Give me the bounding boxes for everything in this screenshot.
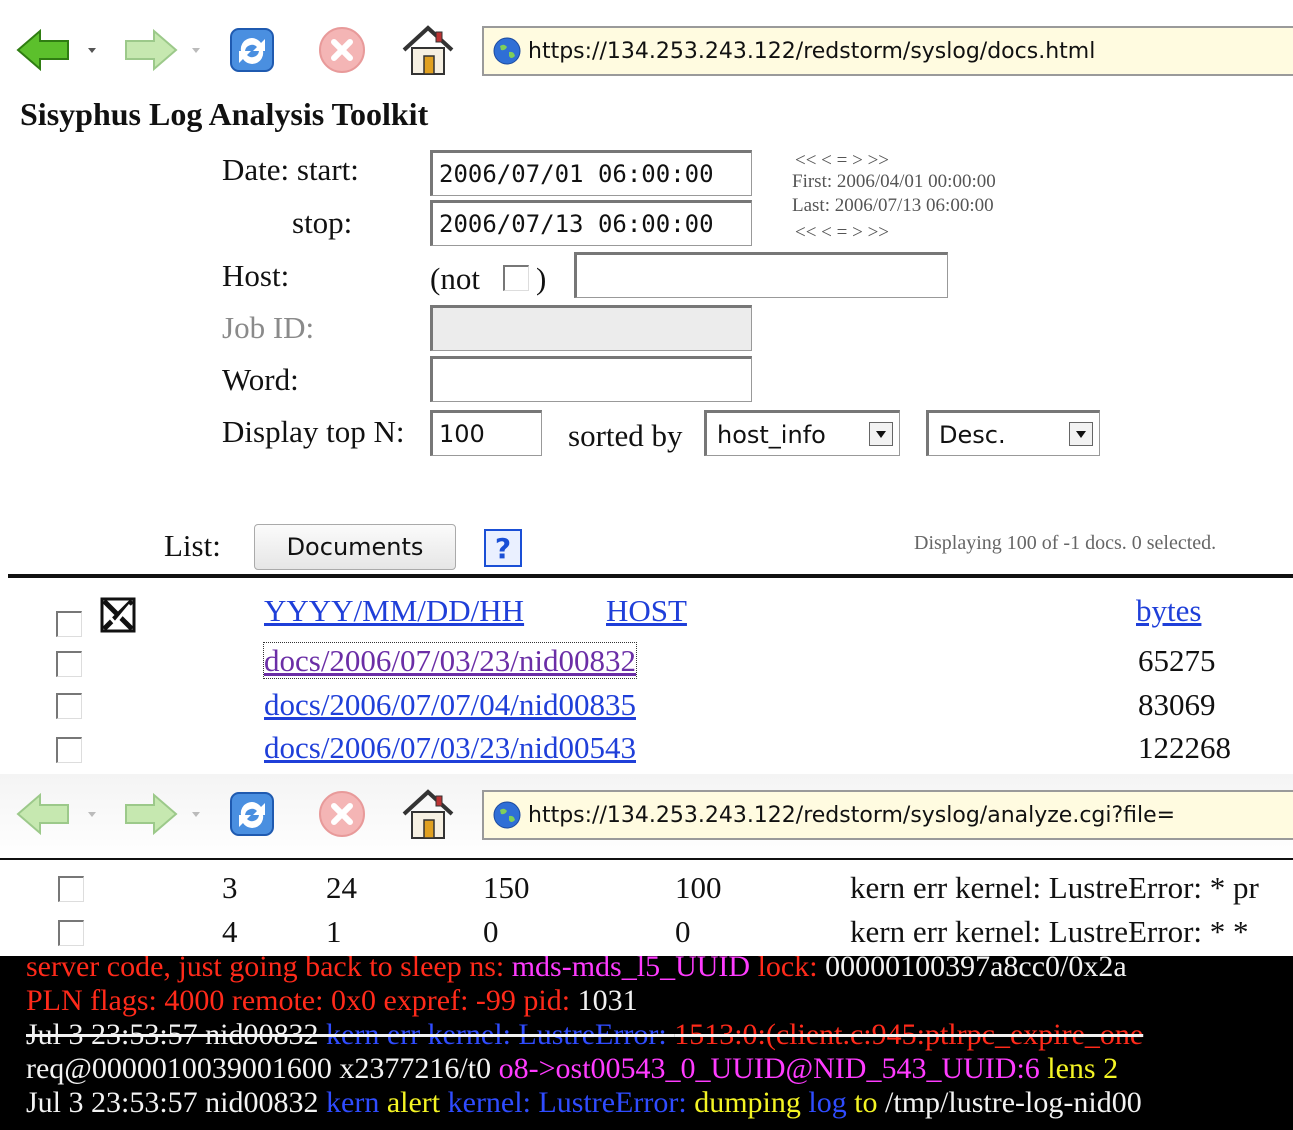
word-input[interactable] [430,356,752,402]
home-icon [402,789,454,839]
app-title: Sisyphus Log Analysis Toolkit [20,96,429,132]
sort-order-select[interactable]: Desc. [926,410,1100,456]
documents-button[interactable]: Documents [254,524,456,570]
back-history-icon[interactable] [88,46,96,54]
table-row-bytes: 65275 [1138,643,1216,678]
forward-history-icon[interactable] [192,810,200,818]
log-output-panel: server code, just going back to sleep ns… [0,956,1293,1130]
help-icon[interactable]: ? [484,529,522,567]
browser-toolbar-2: https://134.253.243.122/redstorm/syslog/… [0,774,1293,860]
not-label-close: ) [536,261,547,296]
date-stop-label: stop: [292,205,353,240]
reload-button[interactable] [222,22,282,78]
jobid-label: Job ID: [222,310,315,345]
table-cell: 0 [675,914,691,949]
back-history-icon[interactable] [88,810,96,818]
stop-date-nav[interactable]: << < = > >> [795,223,889,242]
table-row-doc-link[interactable]: docs/2006/07/03/23/nid00543 [264,730,636,766]
stop-icon [319,791,365,837]
jobid-input[interactable] [430,305,752,351]
reload-icon [230,28,274,72]
home-icon [402,25,454,75]
stop-icon [319,27,365,73]
home-button[interactable] [398,22,458,78]
table-cell: 1 [326,914,342,949]
host-input[interactable] [574,252,948,298]
reload-button[interactable] [222,786,282,842]
last-date-text: Last: 2006/07/13 06:00:00 [792,195,994,216]
table-cell: 0 [483,914,499,949]
table-cell: 24 [326,870,357,905]
start-date-nav[interactable]: << < = > >> [795,151,889,170]
address-bar[interactable]: https://134.253.243.122/redstorm/syslog/… [482,26,1293,76]
stop-date-input[interactable]: 2006/07/13 06:00:00 [430,200,752,246]
browser-toolbar: https://134.253.243.122/redstorm/syslog/… [0,10,1293,90]
host-not-checkbox[interactable] [503,265,529,291]
forward-button[interactable] [120,22,180,78]
row-checkbox[interactable] [56,693,82,719]
display-status: Displaying 100 of -1 docs. 0 selected. [914,532,1217,554]
table-cell: 4 [222,914,238,949]
topn-label: Display top N: [222,414,405,449]
date-column-header[interactable]: YYYY/MM/DD/HH [264,593,524,629]
stop-button[interactable] [312,22,372,78]
address-url: https://134.253.243.122/redstorm/syslog/… [528,38,1096,64]
home-button[interactable] [398,786,458,842]
list-label: List: [164,528,221,563]
globe-icon [493,801,521,829]
sort-order-value: Desc. [939,421,1006,449]
start-date-input[interactable]: 2006/07/01 06:00:00 [430,150,752,196]
forward-history-icon[interactable] [192,46,200,54]
back-button[interactable] [14,22,74,78]
select-all-checkbox[interactable] [56,611,82,637]
address-url: https://134.253.243.122/redstorm/syslog/… [528,802,1176,828]
date-start-label: Date: start: [222,152,359,187]
forward-arrow-icon [125,28,178,72]
sorted-by-label: sorted by [568,418,683,453]
log-line: Jul 3 23:53:57 nid00832 kern err kernel:… [26,1018,1144,1051]
back-arrow-icon [16,792,69,836]
log-line: Jul 3 23:53:57 nid00832 kern alert kerne… [26,1086,1142,1119]
table-row-bytes: 83069 [1138,687,1216,722]
table-cell: 150 [483,870,530,905]
forward-arrow-icon [125,792,178,836]
globe-icon [493,37,521,65]
reload-icon [230,792,274,836]
first-date-text: First: 2006/04/01 00:00:00 [792,171,996,192]
not-label-open: (not [430,261,480,296]
sort-field-value: host_info [717,421,826,449]
word-label: Word: [222,362,299,397]
divider [8,574,1293,578]
chevron-down-icon [869,422,893,446]
table-row-bytes: 122268 [1138,730,1231,765]
address-bar[interactable]: https://134.253.243.122/redstorm/syslog/… [482,790,1293,840]
sort-field-select[interactable]: host_info [704,410,900,456]
table-cell: 100 [675,870,722,905]
row-checkbox[interactable] [56,651,82,677]
host-column-header[interactable]: HOST [606,593,687,629]
forward-button[interactable] [120,786,180,842]
log-line: server code, just going back to sleep ns… [26,956,1127,983]
topn-input[interactable]: 100 [430,410,542,456]
table-row-doc-link[interactable]: docs/2006/07/03/23/nid00832 [263,642,637,679]
back-button[interactable] [14,786,74,842]
table-row-doc-link[interactable]: docs/2006/07/07/04/nid00835 [264,687,636,723]
log-message: kern err kernel: LustreError: * pr [850,870,1259,905]
log-message: kern err kernel: LustreError: * * [850,914,1249,949]
back-arrow-icon [16,28,69,72]
bytes-column-header[interactable]: bytes [1136,593,1201,629]
stop-button[interactable] [312,786,372,842]
chevron-down-icon [1069,422,1093,446]
toggle-all-check-icon[interactable] [100,597,136,633]
row-checkbox[interactable] [58,920,84,946]
table-cell: 3 [222,870,238,905]
row-checkbox[interactable] [58,876,84,902]
log-line: PLN flags: 4000 remote: 0x0 expref: -99 … [26,984,638,1017]
log-line: req@0000010039001600 x2377216/t0 o8->ost… [26,1052,1119,1085]
row-checkbox[interactable] [56,737,82,763]
host-label: Host: [222,258,290,293]
